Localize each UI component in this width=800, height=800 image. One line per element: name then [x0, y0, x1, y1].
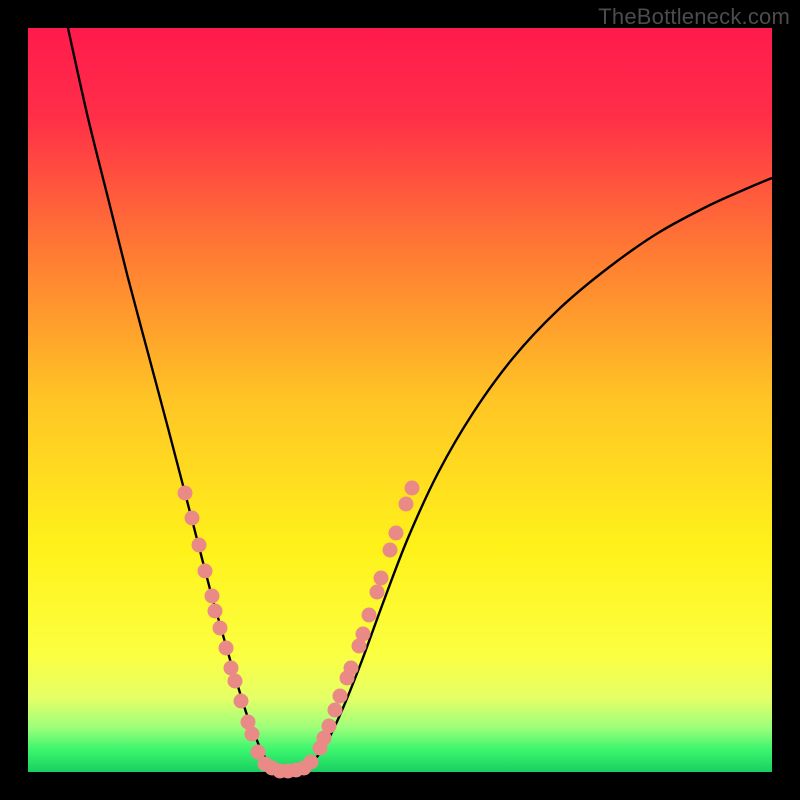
highlight-dot	[344, 661, 359, 676]
highlight-dot	[198, 564, 213, 579]
highlight-dot	[234, 694, 249, 709]
highlight-dot	[374, 571, 389, 586]
highlight-dot	[304, 755, 319, 770]
highlight-dot	[192, 538, 207, 553]
chart-svg	[28, 28, 772, 772]
highlight-dot	[333, 689, 348, 704]
highlight-dot	[224, 661, 239, 676]
highlight-dot	[205, 589, 220, 604]
highlight-dot	[185, 511, 200, 526]
highlight-dot	[322, 719, 337, 734]
highlight-dot	[228, 674, 243, 689]
highlight-dot	[405, 481, 420, 496]
v-curve	[68, 28, 772, 770]
highlight-dot	[245, 727, 260, 742]
highlight-dot	[383, 543, 398, 558]
highlight-dot	[362, 608, 377, 623]
outer-frame: TheBottleneck.com	[0, 0, 800, 800]
highlight-dot	[399, 497, 414, 512]
highlight-dot	[370, 585, 385, 600]
watermark-text: TheBottleneck.com	[598, 4, 790, 30]
highlight-dot	[208, 604, 223, 619]
plot-area	[28, 28, 772, 772]
highlight-dot	[219, 641, 234, 656]
highlight-dot	[213, 621, 228, 636]
highlight-dot	[389, 526, 404, 541]
highlight-dot	[178, 486, 193, 501]
highlight-dot	[356, 627, 371, 642]
highlight-dot	[328, 703, 343, 718]
